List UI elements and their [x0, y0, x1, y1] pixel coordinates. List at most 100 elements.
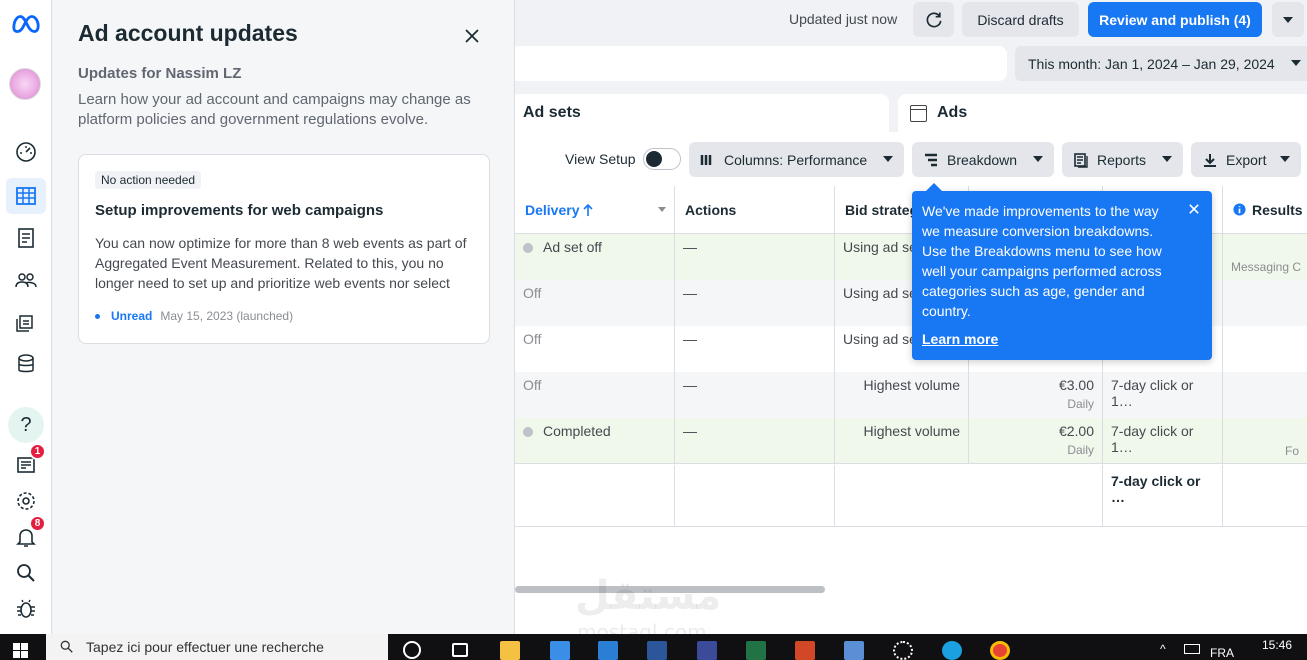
file-explorer-icon[interactable]: [500, 641, 520, 660]
account-avatar[interactable]: [9, 68, 41, 100]
more-options-button[interactable]: [1272, 2, 1304, 37]
caret-down-icon: [1033, 156, 1043, 162]
breakdown-button[interactable]: Breakdown: [912, 142, 1054, 177]
results-cell: Fo: [1223, 418, 1307, 464]
store-icon[interactable]: [550, 641, 570, 660]
taskbar-search-box[interactable]: Tapez ici pour effectuer une recherche: [46, 634, 388, 660]
delivery-cell: Completed: [515, 418, 675, 464]
excel-icon[interactable]: [746, 641, 766, 660]
flag-icon[interactable]: [697, 641, 717, 660]
reports-button[interactable]: Reports: [1062, 142, 1183, 177]
export-button[interactable]: Export: [1191, 142, 1301, 177]
clock[interactable]: 15:46: [1262, 638, 1292, 652]
search-filter-bar[interactable]: [515, 46, 1007, 81]
gear-icon: [17, 492, 35, 510]
column-header-actions[interactable]: Actions: [675, 186, 835, 234]
view-setup-label: View Setup: [565, 151, 636, 167]
cortana-icon[interactable]: [403, 641, 421, 659]
actions-cell: —: [675, 280, 835, 326]
reports-label: Reports: [1097, 151, 1147, 168]
rail-item-billing[interactable]: [6, 346, 46, 382]
actions-cell: —: [675, 234, 835, 280]
update-card-meta: Unread May 15, 2023 (launched): [95, 309, 473, 323]
panel-close-button[interactable]: [460, 24, 484, 48]
refresh-button[interactable]: [913, 2, 954, 37]
word-icon[interactable]: [647, 641, 667, 660]
navigation-rail: ? 1 8: [0, 0, 52, 634]
bid-strategy-cell: Highest volume: [835, 372, 969, 418]
attribution-cell: 7-day click or 1…: [1103, 418, 1223, 464]
report-icon: [18, 228, 34, 248]
delivery-cell: Off: [515, 326, 675, 372]
rail-item-campaigns[interactable]: [6, 178, 46, 214]
tray-chevron-up-icon[interactable]: ^: [1160, 642, 1166, 656]
rail-item-audiences[interactable]: [6, 262, 46, 298]
update-card-body: You can now optimize for more than 8 web…: [95, 235, 467, 291]
tab-ad-sets[interactable]: Ad sets: [515, 94, 889, 132]
tooltip-close-button[interactable]: [1186, 201, 1202, 217]
column-menu-caret-icon[interactable]: [658, 207, 666, 212]
notifications-badge: 8: [29, 515, 46, 532]
review-and-publish-button[interactable]: Review and publish (4): [1088, 2, 1262, 37]
panel-title: Ad account updates: [78, 20, 298, 46]
stack-icon: [16, 315, 33, 332]
delivery-header-label: Delivery: [525, 201, 580, 218]
rail-item-account-overview[interactable]: [6, 134, 46, 170]
updated-status: Updated just now: [789, 11, 898, 27]
tab-ads[interactable]: Ads: [898, 94, 1307, 132]
powerpoint-icon[interactable]: [795, 641, 815, 660]
results-header-label: Results: [1252, 201, 1303, 218]
columns-button[interactable]: Columns: Performance: [689, 142, 904, 177]
caret-down-icon: [1162, 156, 1172, 162]
table-total-row: 7-day click or …: [515, 465, 1307, 527]
budget-cell: €3.00 Daily: [969, 372, 1103, 418]
attribution-cell: 7-day click or 1…: [1103, 372, 1223, 418]
rail-item-settings[interactable]: [6, 483, 46, 519]
watermark-logo: مستقل: [575, 573, 722, 619]
language-indicator[interactable]: FRA: [1210, 646, 1234, 660]
rail-item-search[interactable]: [6, 555, 46, 591]
update-card-title[interactable]: Setup improvements for web campaigns: [95, 202, 473, 219]
ad-account-updates-panel: Ad account updates Updates for Nassim LZ…: [53, 0, 515, 634]
rail-item-report-bug[interactable]: [6, 591, 46, 627]
caret-down-icon: [883, 156, 893, 162]
task-view-icon[interactable]: [452, 643, 468, 657]
results-cell: [1223, 326, 1307, 372]
column-header-delivery[interactable]: Delivery: [515, 186, 675, 234]
update-card[interactable]: No action needed Setup improvements for …: [78, 154, 490, 344]
update-date: May 15, 2023 (launched): [160, 309, 294, 323]
discard-drafts-button[interactable]: Discard drafts: [962, 2, 1079, 37]
total-actions-cell: [675, 465, 835, 527]
rail-item-notifications[interactable]: 8: [6, 515, 46, 555]
rail-item-advertising-settings[interactable]: [6, 304, 46, 340]
close-icon: [1189, 204, 1199, 214]
bug-icon: [17, 599, 35, 618]
table-row[interactable]: Off — Highest volume €3.00 Daily 7-day c…: [515, 372, 1307, 418]
toggle-knob: [646, 151, 662, 167]
results-subtext: Messaging C: [1231, 260, 1302, 274]
battery-icon[interactable]: [1184, 644, 1200, 654]
windows-start-icon[interactable]: [13, 643, 29, 659]
actions-cell: —: [675, 418, 835, 464]
date-range-picker[interactable]: This month: Jan 1, 2024 – Jan 29, 2024: [1015, 46, 1307, 81]
delivery-cell: Off: [515, 372, 675, 418]
unread-label: Unread: [111, 309, 153, 323]
settings-icon[interactable]: [893, 641, 913, 660]
breakdown-tooltip: We've made improvements to the way we me…: [912, 183, 1212, 360]
rail-item-ad-account-updates[interactable]: 1: [6, 443, 46, 483]
status-dot: [523, 243, 533, 253]
view-setup-toggle[interactable]: [643, 148, 681, 170]
mail-icon[interactable]: [598, 641, 618, 660]
rail-item-ads-reporting[interactable]: [6, 220, 46, 256]
learn-more-link[interactable]: Learn more: [922, 329, 998, 349]
meta-logo[interactable]: [6, 6, 46, 42]
people-icon: [15, 273, 37, 288]
edge-icon[interactable]: [942, 641, 962, 660]
chrome-icon[interactable]: [990, 641, 1010, 660]
caret-down-icon: [1291, 60, 1301, 66]
column-header-results[interactable]: Results: [1223, 186, 1307, 234]
rail-item-help[interactable]: ?: [8, 407, 44, 443]
actions-cell: —: [675, 326, 835, 372]
control-panel-icon[interactable]: [844, 641, 864, 660]
table-row[interactable]: Completed — Highest volume €2.00 Daily 7…: [515, 418, 1307, 464]
